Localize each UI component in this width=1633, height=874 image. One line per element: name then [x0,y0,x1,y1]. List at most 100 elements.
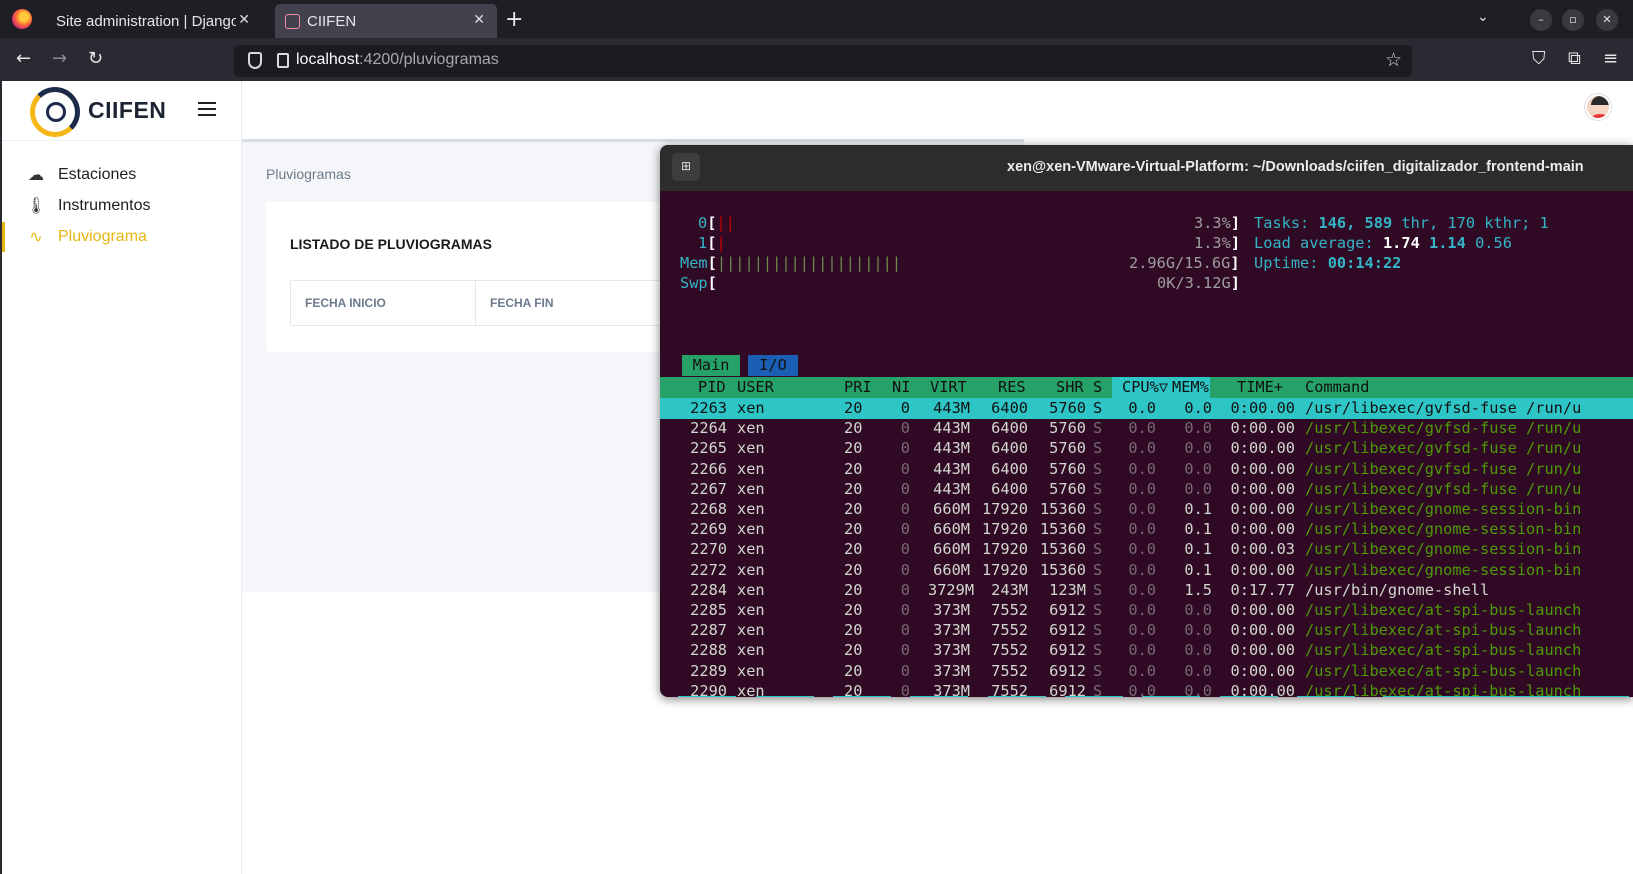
process-row[interactable]: 2272 xen 20 0 660M 17920 15360 S 0.0 0.1 0:00.00/u… [660,560,1633,581]
cell-virt: 660M [933,500,970,518]
cell-cmd: /usr/libexec/gvfsd-fuse /run/u [1305,459,1582,478]
process-row[interactable]: 2265 xen 20 0 443M 6400 5760 S 0.0 0.0 0:00.00/usr… [660,438,1633,459]
process-row[interactable]: 2269 xen 20 0 660M 17920 15360 S 0.0 0.1 0:00.00/u… [660,519,1633,540]
cell-mem: 1.5 [1184,580,1212,599]
col-state[interactable]: S [1093,377,1102,398]
cell-s: S [1093,601,1103,619]
fkey-kill[interactable]: F9Kill [1278,696,1355,697]
process-row[interactable]: 2266 xen 20 0 443M 6400 5760 S 0.0 0.0 0:00.00/usr… [660,459,1633,480]
breadcrumb[interactable]: Pluviogramas [266,166,351,182]
reload-icon[interactable]: ↻ [88,48,103,69]
cell-ni: 0 [900,681,910,697]
cell-s: S [1093,439,1103,458]
browser-tab-django[interactable]: Site administration | Django site admin … [44,4,262,38]
sidebar-item-estaciones[interactable]: ☁ Estaciones [2,160,242,190]
url-bar[interactable]: localhost:4200/pluviogramas ☆ [234,45,1412,77]
cell-ni: 0 [900,621,910,640]
htop-screen[interactable]: 0[|| 3.3%] 1[| 1.3%] Mem[|||||||||||||||… [660,191,1633,697]
browser-tab-ciifen[interactable]: CIIFEN ✕ [275,4,497,38]
fkey-nice[interactable]: F8Nice + [1201,696,1278,697]
back-arrow-icon[interactable]: ← [16,48,31,69]
cell-mem: 0.0 [1184,479,1212,498]
logo-text: CIIFEN [88,97,167,123]
maximize-button[interactable]: ▫ [1562,9,1584,31]
cell-s: S [1093,661,1103,680]
menu-icon[interactable]: ≡ [1603,48,1618,69]
mem-value-text: 2.96G/15.6G [1129,254,1231,272]
process-row[interactable]: 2287 xen 20 0 373M 7552 6912 S 0.0 0.0 0:00.00/usr… [660,620,1633,641]
col-pid[interactable]: PID [698,377,726,398]
cell-ni: 0 [900,601,910,619]
cell-cpu: 0.0 [1128,500,1156,518]
col-ni[interactable]: NI [892,377,910,398]
terminal-window[interactable]: ⊞ xen@xen-VMware-Virtual-Platform: ~/Dow… [660,145,1633,697]
htop-tab-main[interactable]: Main [682,355,740,376]
close-tab-icon[interactable]: ✕ [473,12,485,28]
cell-virt: 443M [933,419,970,438]
cell-cpu: 0.0 [1128,621,1156,640]
col-mem[interactable]: MEM% [1172,377,1209,398]
forward-arrow-icon[interactable]: → [52,48,67,69]
process-row[interactable]: 2263 xen 20 0 443M 6400 5760 S 0.0 0.0 0:00.00/usr… [660,398,1633,419]
user-avatar[interactable] [1585,94,1611,120]
col-cpu[interactable]: CPU%▽ [1122,377,1168,398]
column-header-fecha-inicio[interactable]: FECHA INICIO [291,281,476,325]
uptime-line: Uptime: 00:14:22 [1254,253,1401,274]
close-window-button[interactable]: ✕ [1596,9,1618,31]
new-tab-button[interactable]: + [505,7,523,32]
column-header-fecha-fin[interactable]: FECHA FIN [476,281,676,325]
fkey-help[interactable]: F1Help [660,696,737,697]
process-row[interactable]: 2284 xen 20 0 3729M 243M 123M S 0.0 1.5 0:17.77/us… [660,580,1633,601]
col-pri[interactable]: PRI [844,377,872,398]
cell-s: S [1093,419,1103,438]
fkey-setup[interactable]: F2Setup [737,696,814,697]
minimize-button[interactable]: – [1530,9,1552,31]
process-row[interactable]: 2264 xen 20 0 443M 6400 5760 S 0.0 0.0 0:00.00/usr… [660,418,1633,439]
fkey-search[interactable]: F3Search [815,696,892,697]
fkey-tree[interactable]: F5Tree [969,696,1046,697]
page-info-icon[interactable] [277,53,289,68]
process-row[interactable]: 2290 xen 20 0 373M 7552 6912 S 0.0 0.0 0:00.00/usr… [660,681,1633,697]
process-row[interactable]: 2268 xen 20 0 660M 17920 15360 S 0.0 0.1 0:00.00/u… [660,499,1633,520]
ciifen-logo-icon[interactable] [30,87,80,137]
cell-res: 6400 [991,419,1028,438]
col-res[interactable]: RES [998,377,1026,398]
list-tabs-chevron-icon[interactable]: ⌄ [1477,9,1489,25]
cpu0-meter: 0[|| [698,214,735,232]
process-row[interactable]: 2285 xen 20 0 373M 7552 6912 S 0.0 0.0 0:00.00/usr… [660,600,1633,621]
bookmark-star-icon[interactable]: ☆ [1385,49,1402,71]
col-time[interactable]: TIME+ [1237,377,1283,398]
cell-mem: 0.0 [1184,419,1212,438]
process-row[interactable]: 2288 xen 20 0 373M 7552 6912 S 0.0 0.0 0:00.00/usr… [660,640,1633,661]
swap-value-text: 0K/3.12G [1157,274,1231,292]
htop-tab-io[interactable]: I/O [748,355,798,376]
cell-res: 17920 [981,500,1028,518]
url-text[interactable]: localhost:4200/pluviogramas [296,51,499,69]
sidebar-item-instrumentos[interactable]: 🌡 Instrumentos [2,191,242,221]
cell-shr: 5760 [1049,479,1086,498]
process-row[interactable]: 2289 xen 20 0 373M 7552 6912 S 0.0 0.0 0:00.00/usr… [660,661,1633,682]
col-user[interactable]: USER [737,377,774,398]
fkey-quit[interactable]: F10Quit [1356,696,1434,697]
sidebar-item-pluviograma[interactable]: ∿ Pluviograma [2,222,242,252]
cell-shr: 15360 [1039,500,1086,518]
process-row[interactable]: 2270 xen 20 0 660M 17920 15360 S 0.0 0.1 0:00.03/u… [660,539,1633,560]
new-terminal-tab-button[interactable]: ⊞ [672,153,700,181]
col-command[interactable]: Command [1305,377,1369,398]
fkey-label: Filter [910,696,969,697]
close-tab-icon[interactable]: ✕ [238,12,250,28]
cell-pid: 2264 [690,419,727,438]
fkey-sortby[interactable]: F6SortBy [1047,696,1123,697]
hamburger-menu-icon[interactable] [198,102,216,116]
col-virt[interactable]: VIRT [930,377,967,398]
cell-s: S [1093,681,1103,697]
fkey-nice[interactable]: F7Nice - [1124,696,1201,697]
process-row[interactable]: 2267 xen 20 0 443M 6400 5760 S 0.0 0.0 0:00.00/usr… [660,479,1633,500]
cell-user: xen [737,459,765,478]
fkey-filter[interactable]: F4Filter [892,696,969,697]
col-shr[interactable]: SHR [1056,377,1084,398]
extensions-icon[interactable]: ⧉ [1568,48,1581,69]
sidebar-item-label: Instrumentos [58,197,151,214]
pocket-icon[interactable]: ⛉ [1532,48,1546,69]
tracking-shield-icon[interactable] [248,52,262,69]
